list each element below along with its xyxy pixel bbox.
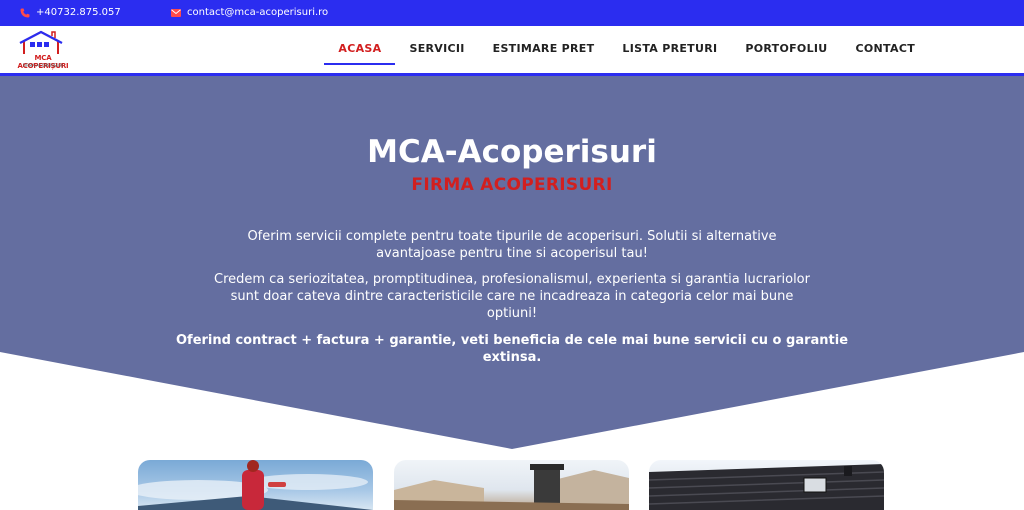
nav-portofoliu[interactable]: PORTOFOLIU [731,26,841,73]
main-menu: ACASA SERVICII ESTIMARE PRET LISTA PRETU… [324,26,929,73]
hero-paragraph-1: Oferim servicii complete pentru toate ti… [0,228,1024,262]
service-card-1-image[interactable] [138,460,373,510]
nav-estimare-pret[interactable]: ESTIMARE PRET [479,26,609,73]
chimney-photo [394,464,629,510]
logo-tagline: FIRMA ACOPERIȘURI [22,63,64,68]
hero-paragraph-3-line-1: Oferind contract + factura + garantie, v… [175,333,849,348]
hero-paragraph-3-line-2: extinsa. [482,350,542,365]
hero-paragraph-1-line-2: avantajoase pentru tine si acoperisul ta… [376,246,648,261]
roof-tiles-photo [649,464,884,510]
nav-lista-preturi[interactable]: LISTA PRETURI [608,26,731,73]
phone-contact[interactable]: +40732.875.057 [20,7,121,18]
nav-servicii[interactable]: SERVICII [395,26,478,73]
phone-icon [20,8,30,17]
hero-paragraph-2: Credem ca seriozitatea, promptitudinea, … [0,271,1024,322]
phone-number[interactable]: +40732.875.057 [36,7,121,18]
hero-paragraph-2-line-3: optiuni! [486,306,538,321]
roofer-photo [138,460,373,510]
hero-background [0,76,1024,449]
site-logo[interactable]: MCA ACOPERIȘURI FIRMA ACOPERIȘURI [10,30,76,70]
hero-paragraph-1-line-1: Oferim servicii complete pentru toate ti… [247,229,777,244]
hero-subtitle: FIRMA ACOPERISURI [411,175,613,195]
hero-title: MCA-Acoperisuri [367,134,657,170]
envelope-icon [171,8,181,17]
nav-acasa[interactable]: ACASA [324,26,396,73]
hero-paragraph-2-line-2: sunt doar cateva dintre caracteristicile… [230,289,794,304]
hero-paragraph-3: Oferind contract + factura + garantie, v… [0,332,1024,366]
top-contact-bar: +40732.875.057 contact@mca-acoperisuri.r… [0,0,1024,26]
email-address[interactable]: contact@mca-acoperisuri.ro [187,7,328,18]
house-logo-icon [19,30,63,54]
nav-contact[interactable]: CONTACT [842,26,929,73]
email-contact[interactable]: contact@mca-acoperisuri.ro [171,7,328,18]
hero-paragraph-2-line-1: Credem ca seriozitatea, promptitudinea, … [214,272,810,287]
service-card-3-image[interactable] [649,460,884,510]
service-card-2-image[interactable] [394,460,629,510]
main-navbar: MCA ACOPERIȘURI FIRMA ACOPERIȘURI ACASA … [0,26,1024,76]
hero-section: MCA-Acoperisuri FIRMA ACOPERISURI Oferim… [0,76,1024,449]
